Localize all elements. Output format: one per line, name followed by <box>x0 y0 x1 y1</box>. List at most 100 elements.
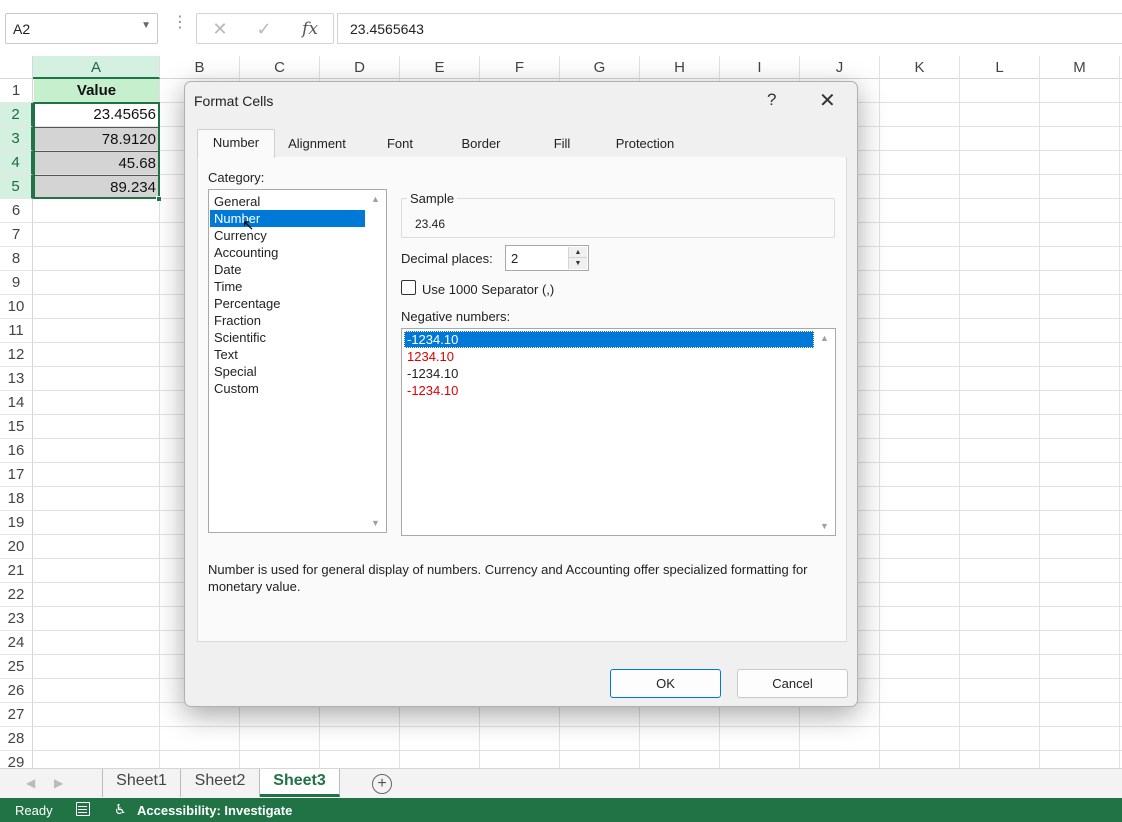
sheet-tab-sheet2[interactable]: Sheet2 <box>181 769 260 797</box>
row-header-9[interactable]: 9 <box>0 271 33 295</box>
negative-format-item[interactable]: 1234.10 <box>404 348 814 365</box>
cancel-button[interactable]: Cancel <box>737 669 848 698</box>
macro-recording-icon[interactable] <box>76 802 90 816</box>
column-header-c[interactable]: C <box>240 56 320 79</box>
scroll-down-icon[interactable]: ▼ <box>820 521 829 531</box>
row-header-20[interactable]: 20 <box>0 535 33 559</box>
category-item-accounting[interactable]: Accounting <box>210 244 365 261</box>
accessibility-icon[interactable]: ♿ <box>114 801 127 818</box>
row-header-5[interactable]: 5 <box>0 175 33 199</box>
accessibility-status[interactable]: Accessibility: Investigate <box>137 803 292 818</box>
column-header-b[interactable]: B <box>160 56 240 79</box>
cell-a2[interactable]: 23.45656 <box>34 103 159 126</box>
row-header-25[interactable]: 25 <box>0 655 33 679</box>
sheet-tab-sheet1[interactable]: Sheet1 <box>102 769 181 797</box>
cell-a3[interactable]: 78.9120 <box>34 127 159 150</box>
decimal-places-stepper[interactable]: 2 ▲ ▼ <box>505 245 589 271</box>
negative-numbers-list[interactable]: -1234.10 1234.10 -1234.10 -1234.10 ▲ ▼ <box>401 328 836 536</box>
insert-function-icon[interactable]: fx <box>295 17 325 41</box>
scroll-down-icon[interactable]: ▼ <box>371 518 380 528</box>
column-header-l[interactable]: L <box>960 56 1040 79</box>
column-header-h[interactable]: H <box>640 56 720 79</box>
ok-button[interactable]: OK <box>610 669 721 698</box>
row-header-14[interactable]: 14 <box>0 391 33 415</box>
row-header-29[interactable]: 29 <box>0 751 33 768</box>
fill-handle[interactable] <box>156 196 162 202</box>
category-list[interactable]: General Number Currency Accounting Date Time P… <box>208 189 387 533</box>
cell-a5[interactable]: 89.234 <box>34 175 159 198</box>
next-sheet-icon[interactable]: ▶ <box>54 776 63 790</box>
column-header-d[interactable]: D <box>320 56 400 79</box>
column-header-k[interactable]: K <box>880 56 960 79</box>
column-header-e[interactable]: E <box>400 56 480 79</box>
category-item-number[interactable]: Number <box>210 210 365 227</box>
row-header-6[interactable]: 6 <box>0 199 33 223</box>
category-item-scientific[interactable]: Scientific <box>210 329 365 346</box>
row-header-22[interactable]: 22 <box>0 583 33 607</box>
decimal-places-value[interactable]: 2 <box>511 251 518 266</box>
negative-format-item[interactable]: -1234.10 <box>404 365 814 382</box>
category-item-custom[interactable]: Custom <box>210 380 365 397</box>
row-header-24[interactable]: 24 <box>0 631 33 655</box>
tab-protection[interactable]: Protection <box>605 131 685 157</box>
category-item-time[interactable]: Time <box>210 278 365 295</box>
negative-numbers-scrollbar[interactable]: ▲ ▼ <box>816 330 834 534</box>
row-header-7[interactable]: 7 <box>0 223 33 247</box>
row-header-13[interactable]: 13 <box>0 367 33 391</box>
scroll-up-icon[interactable]: ▲ <box>371 194 380 204</box>
row-header-11[interactable]: 11 <box>0 319 33 343</box>
name-box[interactable]: A2 ▼ <box>5 13 158 44</box>
row-header-2[interactable]: 2 <box>0 103 33 127</box>
row-header-8[interactable]: 8 <box>0 247 33 271</box>
row-header-18[interactable]: 18 <box>0 487 33 511</box>
category-item-fraction[interactable]: Fraction <box>210 312 365 329</box>
category-item-special[interactable]: Special <box>210 363 365 380</box>
category-item-percentage[interactable]: Percentage <box>210 295 365 312</box>
row-header-27[interactable]: 27 <box>0 703 33 727</box>
row-header-23[interactable]: 23 <box>0 607 33 631</box>
category-item-date[interactable]: Date <box>210 261 365 278</box>
scroll-up-icon[interactable]: ▲ <box>820 333 829 343</box>
close-icon[interactable]: ✕ <box>819 88 836 113</box>
row-header-26[interactable]: 26 <box>0 679 33 703</box>
spin-down-icon[interactable]: ▼ <box>569 258 587 269</box>
cancel-entry-icon[interactable]: ✕ <box>205 17 235 41</box>
column-header-j[interactable]: J <box>800 56 880 79</box>
column-header-m[interactable]: M <box>1040 56 1120 79</box>
cell-a4[interactable]: 45.68 <box>34 151 159 174</box>
add-sheet-icon[interactable]: + <box>372 774 392 794</box>
negative-format-item[interactable]: -1234.10 <box>404 331 814 348</box>
category-item-text[interactable]: Text <box>210 346 365 363</box>
tab-font[interactable]: Font <box>371 131 429 157</box>
row-header-10[interactable]: 10 <box>0 295 33 319</box>
spin-up-icon[interactable]: ▲ <box>569 247 587 258</box>
column-header-i[interactable]: I <box>720 56 800 79</box>
tab-number[interactable]: Number <box>197 129 275 158</box>
column-header-g[interactable]: G <box>560 56 640 79</box>
row-header-28[interactable]: 28 <box>0 727 33 751</box>
cell-a1[interactable]: Value <box>34 79 159 102</box>
select-all-corner[interactable] <box>0 56 33 79</box>
tab-fill[interactable]: Fill <box>537 131 587 157</box>
column-header-a[interactable]: A <box>33 56 160 79</box>
category-item-general[interactable]: General <box>210 193 365 210</box>
enter-entry-icon[interactable]: ✓ <box>249 17 279 41</box>
row-header-4[interactable]: 4 <box>0 151 33 175</box>
row-header-19[interactable]: 19 <box>0 511 33 535</box>
row-header-21[interactable]: 21 <box>0 559 33 583</box>
chevron-down-icon[interactable]: ▼ <box>141 20 151 31</box>
row-header-16[interactable]: 16 <box>0 439 33 463</box>
category-scrollbar[interactable]: ▲ ▼ <box>367 191 385 531</box>
formula-input[interactable]: 23.4565643 <box>337 13 1122 44</box>
row-header-17[interactable]: 17 <box>0 463 33 487</box>
tab-border[interactable]: Border <box>447 131 515 157</box>
negative-format-item[interactable]: -1234.10 <box>404 382 814 399</box>
row-header-1[interactable]: 1 <box>0 79 33 103</box>
tab-alignment[interactable]: Alignment <box>279 131 355 157</box>
more-options-icon[interactable]: ⋮ <box>172 15 188 31</box>
thousand-separator-checkbox[interactable] <box>401 280 416 295</box>
thousand-separator-label[interactable]: Use 1000 Separator (,) <box>422 282 554 297</box>
category-item-currency[interactable]: Currency <box>210 227 365 244</box>
help-icon[interactable]: ? <box>767 90 776 110</box>
column-header-f[interactable]: F <box>480 56 560 79</box>
